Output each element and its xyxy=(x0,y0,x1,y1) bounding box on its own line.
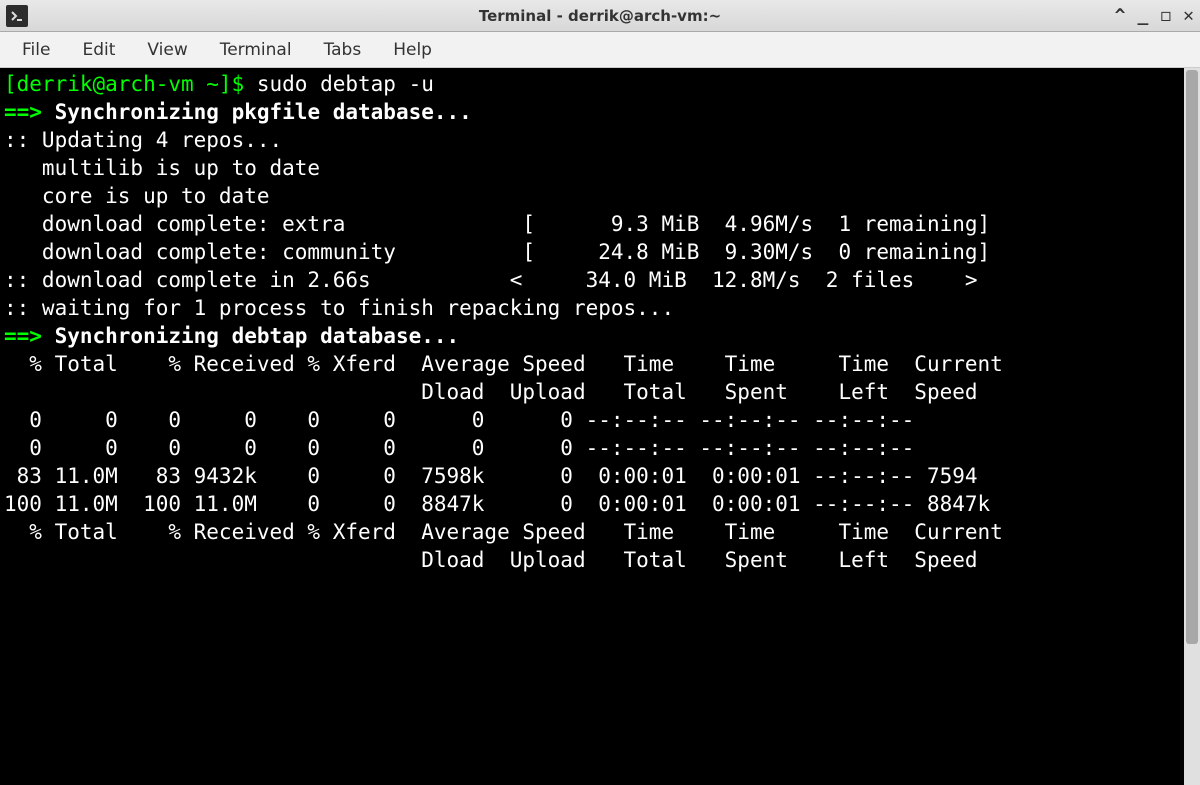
menu-view[interactable]: View xyxy=(133,36,201,64)
arrow-icon: ==> xyxy=(4,324,55,348)
curl-row: 83 11.0M 83 9432k 0 0 7598k 0 0:00:01 0:… xyxy=(4,464,978,488)
command-text: sudo debtap -u xyxy=(257,72,434,96)
window-controls: ^ _ ◻ ✕ xyxy=(1115,5,1194,26)
menu-help[interactable]: Help xyxy=(379,36,446,64)
curl-header: Dload Upload Total Spent Left Speed xyxy=(4,380,978,404)
dl-extra-line: download complete: extra [ 9.3 MiB 4.96M… xyxy=(4,212,990,236)
menu-edit[interactable]: Edit xyxy=(68,36,129,64)
curl-row: 100 11.0M 100 11.0M 0 0 8847k 0 0:00:01 … xyxy=(4,492,990,516)
roll-up-icon[interactable]: ^ xyxy=(1115,5,1126,26)
curl-row: 0 0 0 0 0 0 0 0 --:--:-- --:--:-- --:--:… xyxy=(4,408,914,432)
curl-row: 0 0 0 0 0 0 0 0 --:--:-- --:--:-- --:--:… xyxy=(4,436,914,460)
terminal-app-icon xyxy=(6,5,28,27)
sync-debtap-msg: Synchronizing debtap database... xyxy=(55,324,460,348)
curl-header: % Total % Received % Xferd Average Speed… xyxy=(4,352,1003,376)
dl-community-line: download complete: community [ 24.8 MiB … xyxy=(4,240,990,264)
titlebar: Terminal - derrik@arch-vm:~ ^ _ ◻ ✕ xyxy=(0,0,1200,32)
sync-pkgfile-msg: Synchronizing pkgfile database... xyxy=(55,100,472,124)
prompt: [derrik@arch-vm ~]$ xyxy=(4,72,257,96)
menu-tabs[interactable]: Tabs xyxy=(310,36,376,64)
curl-header: Dload Upload Total Spent Left Speed xyxy=(4,548,978,572)
multilib-line: multilib is up to date xyxy=(4,156,320,180)
window-title: Terminal - derrik@arch-vm:~ xyxy=(479,7,721,25)
scroll-thumb[interactable] xyxy=(1186,70,1198,644)
menubar: File Edit View Terminal Tabs Help xyxy=(0,32,1200,68)
updating-line: :: Updating 4 repos... xyxy=(4,128,282,152)
terminal-output[interactable]: [derrik@arch-vm ~]$ sudo debtap -u ==> S… xyxy=(0,68,1184,785)
dl-complete-line: :: download complete in 2.66s < 34.0 MiB… xyxy=(4,268,978,292)
close-icon[interactable]: ✕ xyxy=(1183,5,1194,26)
curl-header: % Total % Received % Xferd Average Speed… xyxy=(4,520,1003,544)
scrollbar[interactable] xyxy=(1184,68,1200,785)
waiting-line: :: waiting for 1 process to finish repac… xyxy=(4,296,674,320)
maximize-icon[interactable]: ◻ xyxy=(1160,5,1171,26)
core-line: core is up to date xyxy=(4,184,270,208)
menu-file[interactable]: File xyxy=(8,36,64,64)
menu-terminal[interactable]: Terminal xyxy=(206,36,306,64)
terminal-area: [derrik@arch-vm ~]$ sudo debtap -u ==> S… xyxy=(0,68,1200,785)
arrow-icon: ==> xyxy=(4,100,55,124)
minimize-icon[interactable]: _ xyxy=(1137,5,1148,26)
